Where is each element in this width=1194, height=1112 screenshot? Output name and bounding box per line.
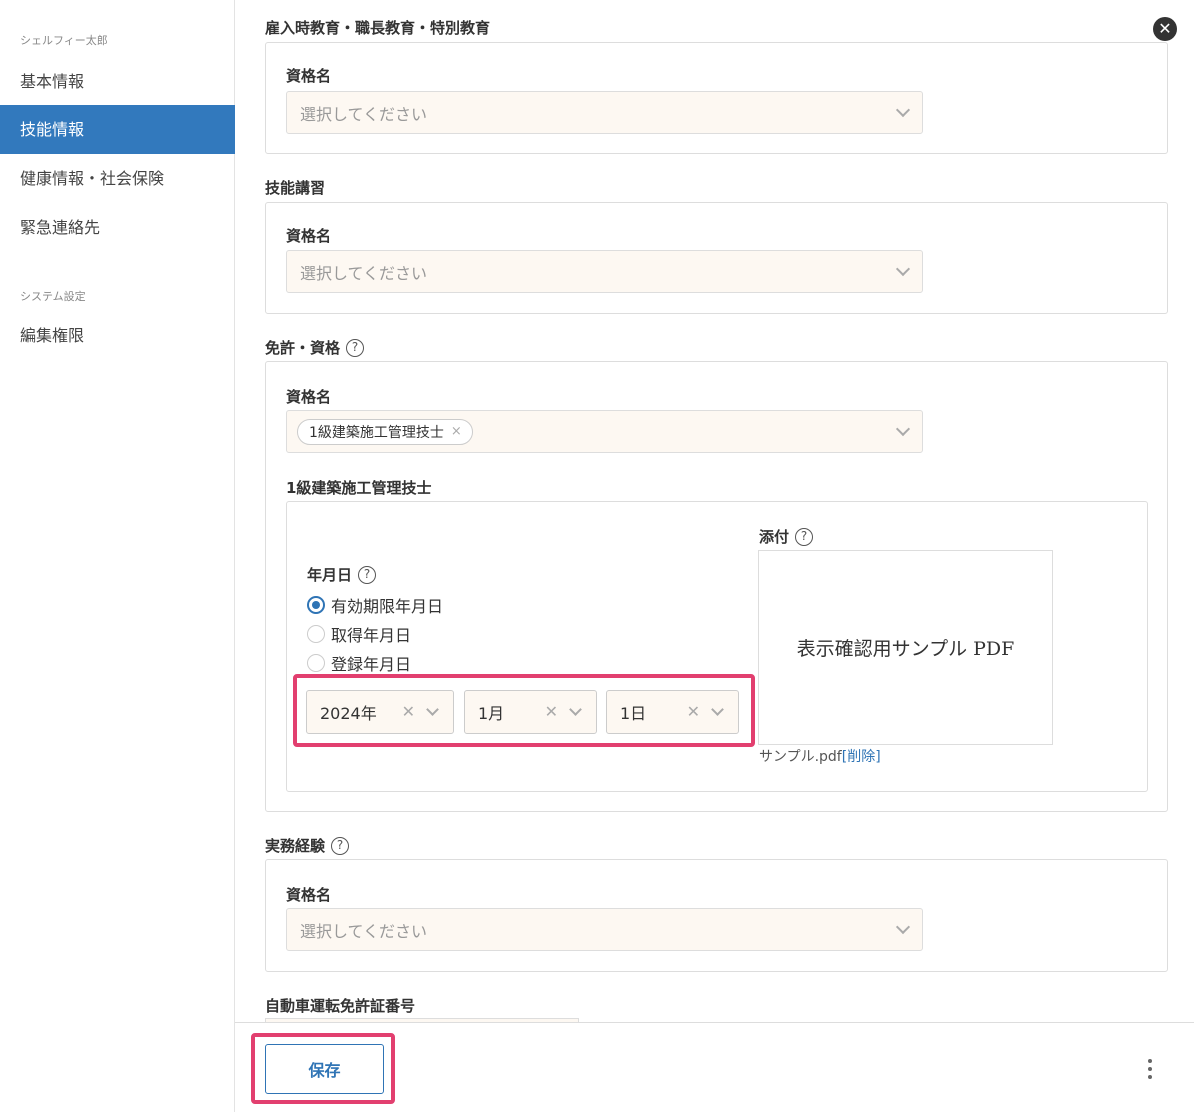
license-select[interactable]: 1級建築施工管理技士 × (286, 410, 923, 453)
select-placeholder: 選択してください (300, 921, 428, 941)
attach-label-text: 添付 (759, 528, 790, 546)
select-placeholder: 選択してください (300, 263, 428, 283)
chevron-down-icon (895, 919, 911, 935)
chevron-down-icon (895, 421, 911, 437)
section-title-training: 技能講習 (265, 177, 325, 198)
radio-acquired-date[interactable]: 取得年月日 (307, 622, 411, 646)
sidebar-group-user: シェルフィー太郎 (20, 34, 108, 47)
radio-label: 登録年月日 (331, 655, 412, 674)
save-button[interactable]: 保存 (265, 1044, 384, 1094)
training-card: 資格名 選択してください (265, 202, 1168, 314)
experience-card: 資格名 選択してください (265, 859, 1168, 972)
year-value: 2024年 (320, 704, 377, 723)
attach-label: 添付 ? (759, 526, 814, 547)
section-title-text: 自動車運転免許証番号 (265, 997, 416, 1015)
radio-registered-date[interactable]: 登録年月日 (307, 651, 411, 675)
main-content: ✕ 雇入時教育・職長教育・特別教育 資格名 選択してください 技能講習 資格名 … (235, 0, 1194, 1022)
help-icon[interactable]: ? (331, 836, 350, 855)
close-icon[interactable]: ✕ (1153, 17, 1177, 41)
field-label: 資格名 (286, 67, 332, 85)
section-title-text: 雇入時教育・職長教育・特別教育 (265, 19, 491, 37)
radio-button-checked[interactable] (307, 596, 325, 614)
field-label: 資格名 (286, 227, 332, 245)
month-value: 1月 (478, 704, 505, 723)
select-placeholder: 選択してください (300, 104, 428, 124)
more-vertical-icon[interactable] (1147, 1059, 1153, 1079)
footer-bar: 保存 (235, 1022, 1194, 1112)
tag-remove-icon[interactable]: × (451, 424, 462, 439)
year-select[interactable]: 2024年 ✕ (306, 690, 454, 734)
date-label-text: 年月日 (307, 566, 353, 584)
sidebar-item-basic-info[interactable]: 基本情報 (0, 57, 235, 106)
experience-select[interactable]: 選択してください (286, 908, 923, 951)
date-label: 年月日 ? (307, 564, 377, 585)
clear-icon[interactable]: ✕ (687, 702, 700, 721)
delete-attachment-link[interactable]: [削除] (842, 749, 881, 765)
attachment-file-name: サンプル.pdf (759, 749, 842, 765)
section-title-text: 免許・資格 (265, 339, 341, 357)
clear-icon[interactable]: ✕ (402, 702, 415, 721)
training-select[interactable]: 選択してください (286, 250, 923, 293)
section-title-education: 雇入時教育・職長教育・特別教育 (265, 17, 490, 38)
section-title-license: 免許・資格 ? (265, 337, 365, 358)
day-select[interactable]: 1日 ✕ (606, 690, 739, 734)
field-label: 資格名 (286, 388, 332, 406)
attachment-file-line: サンプル.pdf[削除] (759, 746, 881, 766)
chevron-down-icon (895, 102, 911, 118)
help-icon[interactable]: ? (795, 527, 814, 546)
section-title-text: 実務経験 (265, 837, 326, 855)
section-title-text: 技能講習 (265, 179, 326, 197)
license-card: 資格名 1級建築施工管理技士 × 1級建築施工管理技士 年月日 ? 有効期限年月… (265, 361, 1168, 812)
qualification-detail-card: 年月日 ? 有効期限年月日 取得年月日 登録年月日 2024年 ✕ 1月 ✕ 1… (286, 501, 1148, 792)
field-label: 資格名 (286, 886, 332, 904)
chevron-down-icon (426, 703, 439, 716)
clear-icon[interactable]: ✕ (545, 702, 558, 721)
sidebar-group-system: システム設定 (20, 290, 86, 303)
help-icon[interactable]: ? (346, 338, 365, 357)
chevron-down-icon (895, 261, 911, 277)
tag-label: 1級建築施工管理技士 (309, 424, 444, 441)
education-select[interactable]: 選択してください (286, 91, 923, 134)
attachment-preview-text: 表示確認用サンプル PDF (796, 638, 1015, 660)
chevron-down-icon (569, 703, 582, 716)
radio-button[interactable] (307, 654, 325, 672)
chevron-down-icon (711, 703, 724, 716)
attachment-preview[interactable]: 表示確認用サンプル PDF (758, 550, 1053, 745)
sidebar-item-emergency-contact[interactable]: 緊急連絡先 (0, 203, 235, 252)
help-icon[interactable]: ? (358, 565, 377, 584)
selected-tag: 1級建築施工管理技士 × (297, 418, 473, 445)
sidebar-item-skill-info[interactable]: 技能情報 (0, 105, 235, 154)
day-value: 1日 (620, 704, 647, 723)
radio-expiry-date[interactable]: 有効期限年月日 (307, 593, 443, 617)
sidebar-item-health-insurance[interactable]: 健康情報・社会保険 (0, 154, 235, 203)
qualification-subtitle: 1級建築施工管理技士 (286, 479, 432, 497)
month-select[interactable]: 1月 ✕ (464, 690, 597, 734)
sidebar-item-edit-permission[interactable]: 編集権限 (0, 311, 235, 360)
radio-label: 有効期限年月日 (331, 597, 444, 616)
section-title-driver-license: 自動車運転免許証番号 (265, 995, 415, 1016)
education-card: 資格名 選択してください (265, 42, 1168, 154)
section-title-experience: 実務経験 ? (265, 835, 350, 856)
sidebar: シェルフィー太郎 基本情報 技能情報 健康情報・社会保険 緊急連絡先 システム設… (0, 0, 235, 1112)
radio-label: 取得年月日 (331, 626, 412, 645)
radio-button[interactable] (307, 625, 325, 643)
